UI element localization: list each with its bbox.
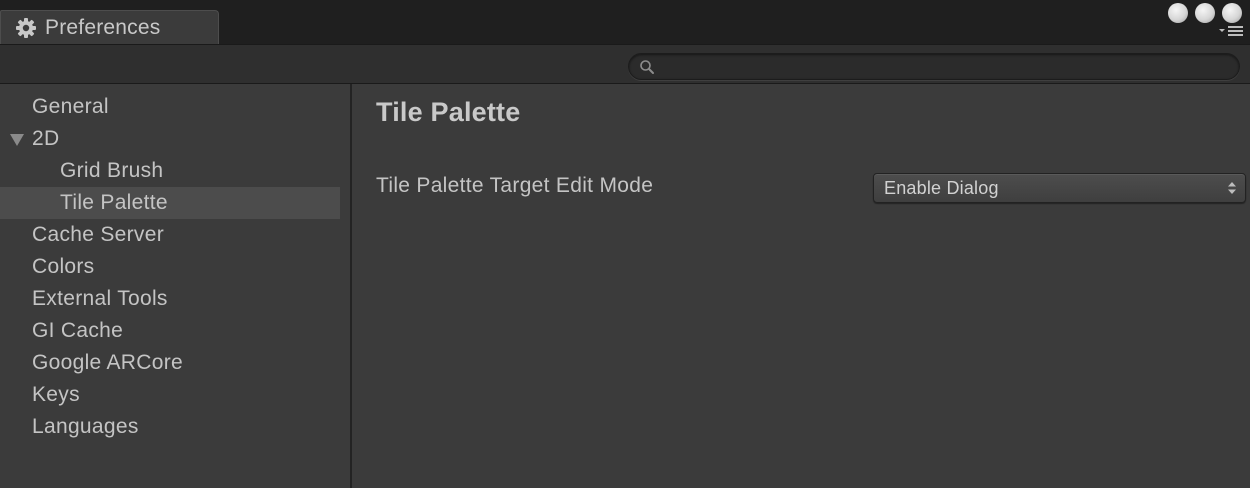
search-icon — [639, 59, 655, 75]
page-title: Tile Palette — [376, 97, 521, 127]
sidebar-item-label: Cache Server — [32, 223, 164, 246]
sidebar-item-label: Google ARCore — [32, 351, 183, 374]
sidebar-item-label: General — [32, 95, 109, 118]
sidebar-item-google-arcore[interactable]: Google ARCore — [0, 347, 340, 379]
sidebar: General 2D Grid Brush Tile Palette Cache… — [0, 84, 350, 488]
toolbar — [0, 44, 1250, 84]
sidebar-item-label: Grid Brush — [60, 159, 164, 182]
sidebar-item-general[interactable]: General — [0, 91, 340, 123]
expand-arrow-icon[interactable] — [10, 134, 24, 146]
sidebar-item-tile-palette[interactable]: Tile Palette — [0, 187, 340, 219]
tab-title: Preferences — [45, 15, 161, 39]
window-controls — [1168, 3, 1244, 23]
sidebar-item-label: Languages — [32, 415, 139, 438]
tab-preferences[interactable]: Preferences — [0, 10, 219, 44]
sidebar-item-external-tools[interactable]: External Tools — [0, 283, 340, 315]
sidebar-item-languages[interactable]: Languages — [0, 411, 340, 443]
dropdown-value: Enable Dialog — [884, 177, 999, 198]
settings-panel: Tile Palette Tile Palette Target Edit Mo… — [352, 84, 1250, 488]
sidebar-item-label: 2D — [32, 127, 60, 150]
sidebar-item-keys[interactable]: Keys — [0, 379, 340, 411]
sidebar-item-label: External Tools — [32, 287, 168, 310]
sidebar-item-grid-brush[interactable]: Grid Brush — [0, 155, 340, 187]
sidebar-item-label: Keys — [32, 383, 80, 406]
sidebar-item-label: Tile Palette — [60, 191, 168, 214]
search-input[interactable] — [659, 54, 1229, 79]
target-edit-mode-dropdown[interactable]: Enable Dialog — [873, 173, 1246, 203]
search-field[interactable] — [628, 53, 1240, 80]
sidebar-item-label: Colors — [32, 255, 95, 278]
sidebar-item-2d[interactable]: 2D — [0, 123, 340, 155]
sidebar-item-cache-server[interactable]: Cache Server — [0, 219, 340, 251]
sidebar-item-label: GI Cache — [32, 319, 124, 342]
target-edit-mode-label: Tile Palette Target Edit Mode — [376, 174, 654, 197]
sidebar-item-gi-cache[interactable]: GI Cache — [0, 315, 340, 347]
up-down-arrows-icon — [1227, 181, 1237, 195]
close-window-button[interactable] — [1168, 3, 1188, 23]
tab-bar: Preferences — [0, 0, 1250, 44]
sidebar-item-colors[interactable]: Colors — [0, 251, 340, 283]
minimize-window-button[interactable] — [1195, 3, 1215, 23]
maximize-window-button[interactable] — [1222, 3, 1242, 23]
tab-menu-icon[interactable] — [1218, 24, 1244, 38]
gear-icon — [15, 17, 37, 39]
